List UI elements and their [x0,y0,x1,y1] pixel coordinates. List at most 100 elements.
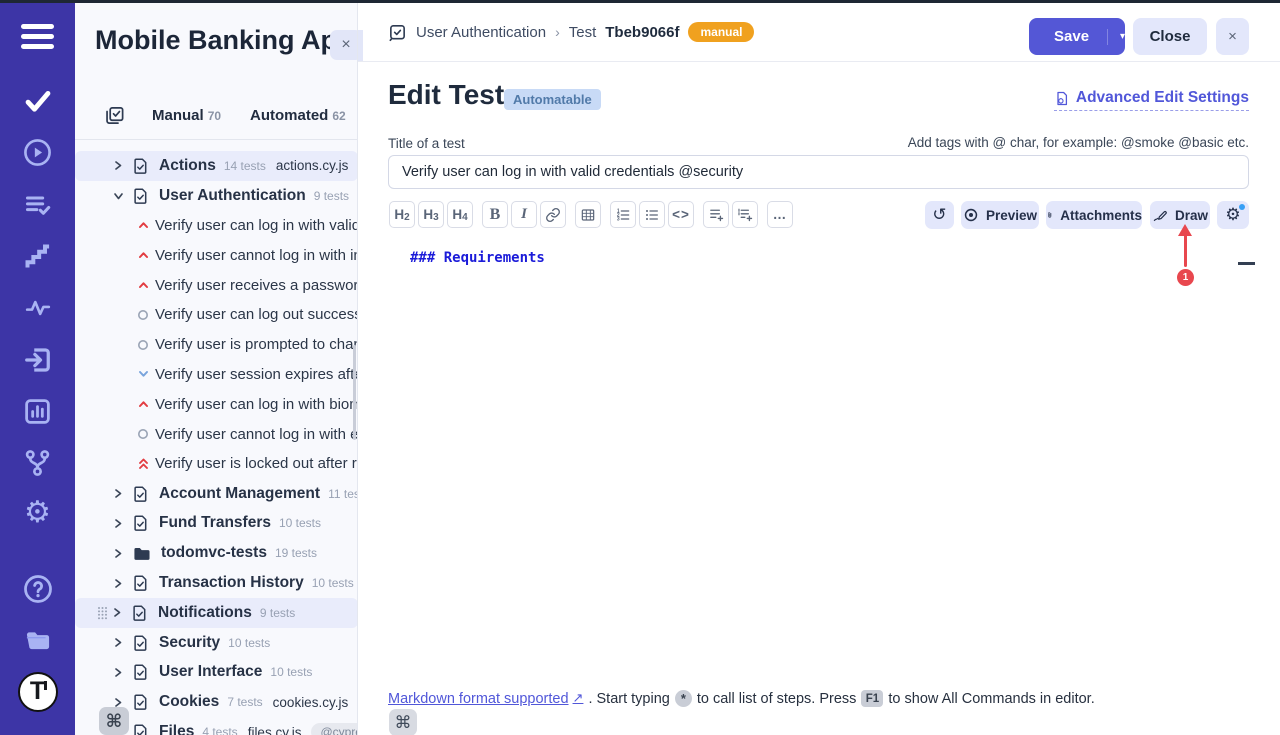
toolbar-link-icon-button[interactable] [540,201,566,228]
run-play-icon[interactable] [0,138,75,167]
toolbar-bold-button[interactable]: B [482,201,508,228]
tree-test-row[interactable]: Verify user session expires after timeou… [75,360,358,390]
toolbar-h4-button[interactable]: H4 [447,201,473,228]
toolbar-code-button[interactable]: <> [668,201,694,228]
tree-item-label: Cookies [159,693,219,711]
editor-settings-button[interactable]: ⚙ [1217,201,1249,229]
toolbar-ordered-list-icon-button[interactable]: 123 [610,201,636,228]
multi-select-icon[interactable] [104,105,125,131]
toolbar-table-icon-button[interactable] [575,201,601,228]
tree-item-label: todomvc-tests [161,544,267,562]
toolbar-ordered-list-add-icon-button[interactable] [732,201,758,228]
draw-pen-icon [1152,207,1168,223]
chevron-right-icon[interactable] [113,518,124,529]
pulse-icon[interactable] [0,295,75,321]
markdown-editor[interactable]: ### Requirements [388,240,1249,680]
automatable-badge: Automatable [504,89,601,110]
eye-icon [963,207,979,223]
external-link-icon: ↗ [573,691,584,706]
test-tree-panel: Mobile Banking App × Manual70 Automated6… [75,3,358,735]
hamburger-menu-icon[interactable] [0,24,75,49]
preview-button[interactable]: Preview [961,201,1039,229]
chevron-right-icon[interactable] [112,607,123,618]
history-button[interactable]: ↺ [925,201,954,229]
close-button[interactable]: Close [1133,18,1207,55]
document-icon [132,634,149,652]
tree-suite-row[interactable]: Notifications9 tests [75,598,358,628]
test-count: 10 tests [270,665,312,679]
paperclip-icon [1046,207,1053,223]
tab-automated[interactable]: Automated62 [250,107,346,124]
tree-scrollbar[interactable] [353,345,356,440]
projects-folder-icon[interactable] [0,626,75,654]
testomat-logo[interactable]: T [0,672,75,712]
tree-test-row[interactable]: Verify user is prompted to change passwo… [75,330,358,360]
help-icon[interactable] [0,574,75,604]
panel-close-button[interactable]: × [330,30,358,60]
toolbar-italic-button[interactable]: I [511,201,537,228]
editor-scrollbar[interactable] [1238,262,1255,265]
tree-suite-row[interactable]: Actions14 testsactions.cy.js@cypress [75,151,358,181]
import-login-icon[interactable] [0,345,75,375]
tree-suite-row[interactable]: Security10 tests [75,628,358,658]
toolbar-bullet-list-icon-button[interactable] [639,201,665,228]
document-icon [132,485,149,503]
advanced-edit-settings-link[interactable]: Advanced Edit Settings [1054,89,1249,111]
chevron-right-icon[interactable] [113,637,124,648]
title-field-label: Title of a test [388,136,465,151]
markdown-help-link[interactable]: Markdown format supported ↗ [388,691,583,707]
toolbar-h3-button[interactable]: H3 [418,201,444,228]
app-sidebar: ⚙ T [0,0,75,735]
project-title: Mobile Banking App [95,25,345,56]
tree-test-row[interactable]: Verify user is locked out after repeated… [75,449,358,479]
chevron-right-icon[interactable] [113,667,124,678]
toolbar-more-button[interactable]: … [767,201,793,228]
save-button[interactable]: Save ▾ [1029,18,1125,55]
chevron-right-icon[interactable] [113,160,124,171]
chevron-right-icon[interactable] [113,548,124,559]
test-title-input[interactable] [388,155,1249,189]
tree-suite-row[interactable]: todomvc-tests19 tests [75,538,358,568]
editor-content[interactable]: ### Requirements [388,240,1249,266]
tree-tabs: Manual70 Automated62 [75,100,358,140]
tree-suite-row[interactable]: User Interface10 tests [75,658,358,688]
settings-gear-icon[interactable]: ⚙ [0,498,75,528]
tag-badge: @cypress [311,723,358,735]
breadcrumb-suite[interactable]: User Authentication [416,24,546,41]
tree-item-label: Account Management [159,485,320,503]
breadcrumb-test-id[interactable]: Tbeb9066f [605,24,679,41]
toolbar-h2-button[interactable]: H2 [389,201,415,228]
chevron-down-icon[interactable] [113,191,124,201]
close-x-button[interactable]: × [1216,18,1249,55]
tree-test-row[interactable]: Verify user can log in with biometrics [75,389,358,419]
tests-check-icon[interactable] [0,87,75,115]
tree-test-row[interactable]: Verify user cannot log in with invalid c… [75,240,358,270]
tree-item-label: Verify user is prompted to change passwo… [155,336,358,353]
chevron-right-icon[interactable] [113,578,124,589]
edit-test-panel: User Authentication › Test Tbeb9066f man… [358,3,1280,735]
chevron-right-icon[interactable] [113,488,124,499]
save-dropdown-caret[interactable]: ▾ [1107,29,1125,45]
run-list-check-icon[interactable] [0,191,75,219]
test-count: 10 tests [279,516,321,530]
tree-item-label: Files [159,723,194,735]
tree-test-row[interactable]: Verify user cannot log in with expired c… [75,419,358,449]
tree-suite-row[interactable]: Fund Transfers10 tests [75,509,358,539]
tab-manual[interactable]: Manual70 [152,107,221,124]
tree-test-row[interactable]: Verify user can log out successfully [75,300,358,330]
tree-item-label: Verify user cannot log in with expired c… [155,426,358,443]
analytics-chart-icon[interactable] [0,397,75,426]
tree-suite-row[interactable]: Account Management 11 tests [75,479,358,509]
steps-icon[interactable] [0,243,75,271]
tree-test-row[interactable]: Verify user receives a password reset em… [75,270,358,300]
test-count: 11 tests [328,487,358,501]
toolbar-bullet-list-add-icon-button[interactable] [703,201,729,228]
branches-icon[interactable] [0,448,75,478]
tree-suite-row[interactable]: User Authentication9 tests [75,181,358,211]
tree-item-label: Verify user can log in with biometrics [155,396,358,413]
test-count: 10 tests [312,576,354,590]
tree-test-row[interactable]: Verify user can log in with valid creden… [75,211,358,241]
tree-suite-row[interactable]: Transaction History10 tests [75,568,358,598]
attachments-button[interactable]: Attachments [1046,201,1142,229]
drag-handle-icon[interactable] [97,606,108,620]
